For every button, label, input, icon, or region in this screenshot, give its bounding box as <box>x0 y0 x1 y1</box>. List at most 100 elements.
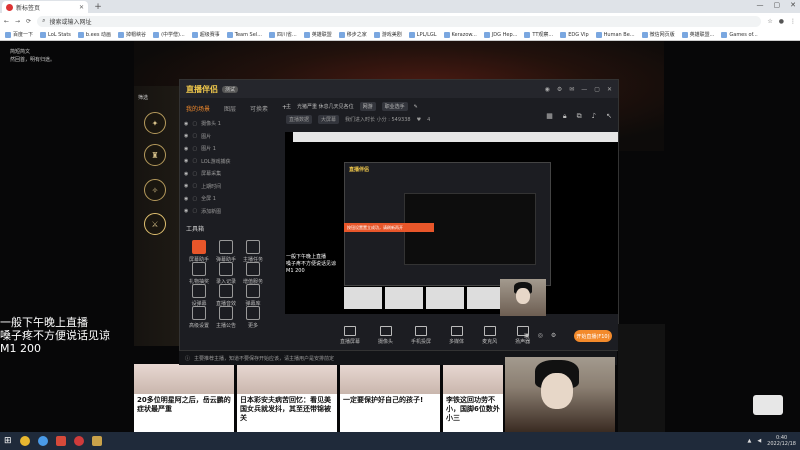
room-label-chip[interactable]: 职业选手 <box>381 102 408 111</box>
avatar[interactable]: ◉ <box>545 86 550 93</box>
game-icon[interactable] <box>55 436 66 446</box>
capture-tool[interactable]: 手机投屏 <box>411 326 431 345</box>
capture-tool[interactable]: 直播屏幕 <box>340 326 360 345</box>
bookmark-item[interactable]: 英雄联盟 <box>302 31 334 38</box>
bookmark-item[interactable]: 四川省... <box>267 31 299 38</box>
tool-item[interactable]: 更多 <box>242 306 264 329</box>
bookmark-item[interactable]: LPL/LGL <box>407 31 439 38</box>
capture-tool[interactable]: 摄像头 <box>378 326 393 345</box>
network-icon[interactable]: ▲ <box>747 438 751 444</box>
news-card[interactable]: 20多位明星阿之后，岳云鹏的症状最严重 <box>134 364 234 432</box>
tab-scenes[interactable]: 我的场景 <box>186 104 210 113</box>
news-card[interactable]: 李铁这回功劳不小，国脚6位数外小三 <box>443 364 503 432</box>
tool-item[interactable]: 主播公告 <box>215 306 237 329</box>
start-icon[interactable]: ⊞ <box>4 436 12 446</box>
browser-icon[interactable] <box>37 436 48 446</box>
gear-icon[interactable]: ⚙ <box>551 332 556 339</box>
forward-icon[interactable]: → <box>15 18 20 25</box>
tool-item[interactable]: 增值服务 <box>242 262 264 285</box>
source-item[interactable]: ◉ ▢ 摄像头 1 <box>184 120 221 128</box>
status-chip[interactable]: 直播数据 <box>286 115 313 124</box>
pointer-icon[interactable]: ↖ <box>606 112 612 121</box>
close-window-icon[interactable]: ✕ <box>790 1 796 9</box>
maximize-icon[interactable]: ▢ <box>594 86 600 93</box>
sword-icon[interactable]: ⚔ <box>144 213 166 235</box>
source-item[interactable]: ◉ ▢ 全屏 1 <box>184 195 216 203</box>
minimize-icon[interactable]: — <box>581 86 587 93</box>
bookmark-item[interactable]: 英雄联盟... <box>680 31 717 38</box>
news-card[interactable]: 日本彩安夫病苦回忆：看见美国女兵就发抖，其至还带锦被关 <box>237 364 337 432</box>
reload-icon[interactable]: ⟳ <box>26 18 31 25</box>
tool-item[interactable]: 录入记录 <box>215 262 237 285</box>
lock-icon[interactable]: ▢ <box>192 208 197 214</box>
maximize-icon[interactable]: ▢ <box>774 1 781 9</box>
tool-item[interactable]: 主播任务 <box>242 240 264 263</box>
grid-icon[interactable]: ▦ <box>546 112 553 121</box>
lock-icon[interactable]: ▢ <box>192 183 197 189</box>
close-tab-icon[interactable]: ✕ <box>79 4 84 11</box>
trophy-icon[interactable]: ♜ <box>144 144 166 166</box>
lock-icon[interactable]: ▢ <box>192 133 197 139</box>
close-icon[interactable]: ✕ <box>607 86 612 93</box>
clock[interactable]: 0:40 2022/12/18 <box>767 435 796 447</box>
record-icon[interactable] <box>73 436 84 446</box>
bookmark-item[interactable]: Games of... <box>719 31 759 38</box>
bookmark-item[interactable]: b.ees 动画 <box>76 31 113 38</box>
rank-badge-icon[interactable]: ✦ <box>144 112 166 134</box>
mode-chip[interactable]: 大屏幕 <box>318 115 340 124</box>
visibility-icon[interactable]: ◉ <box>184 196 188 202</box>
tab-assets[interactable]: 可换素 <box>250 104 268 113</box>
tool-item[interactable]: 礼物抽奖 <box>188 262 210 285</box>
visibility-icon[interactable]: ◉ <box>184 146 188 152</box>
bell-icon[interactable]: ♪ <box>592 112 596 121</box>
lock-icon[interactable]: ▢ <box>192 121 197 127</box>
capture-tool[interactable]: 麦克风 <box>482 326 497 345</box>
copy-icon[interactable]: ⧉ <box>577 112 582 121</box>
bookmark-item[interactable]: 移步之家 <box>337 31 369 38</box>
bookmark-item[interactable]: Kerazow... <box>442 31 479 38</box>
tool-item[interactable]: 屏幕助手 <box>188 240 210 263</box>
visibility-icon[interactable]: ◉ <box>184 121 188 127</box>
tool-item[interactable]: 弹幕助手 <box>215 240 237 263</box>
capture-tool[interactable]: 多媒体 <box>449 326 464 345</box>
visibility-icon[interactable]: ◉ <box>184 158 188 164</box>
bookmark-item[interactable]: Team Sel... <box>225 31 264 38</box>
source-item[interactable]: ◉ ▢ LOL游戏捕获 <box>184 158 230 165</box>
bookmark-item[interactable]: 掉帽峡谷 <box>116 31 148 38</box>
edit-icon[interactable]: ✎ <box>414 104 418 110</box>
tool-item[interactable]: 弹幕库 <box>242 284 264 307</box>
category-chip[interactable]: 网游 <box>359 102 376 111</box>
stream-title[interactable]: 光猪严重 休息几天见各位 <box>297 103 354 110</box>
profile-icon[interactable]: ● <box>779 18 784 25</box>
crest-icon[interactable]: ✧ <box>144 179 166 201</box>
source-item[interactable]: ◉ ▢ 图片 1 <box>184 145 216 153</box>
bookmark-item[interactable]: LoL Stats <box>38 31 73 38</box>
bookmark-item[interactable]: EDG Vlp <box>558 31 590 38</box>
source-item[interactable]: ◉ ▢ 图片 <box>184 133 211 140</box>
visibility-icon[interactable]: ◉ <box>184 133 188 139</box>
back-icon[interactable]: ← <box>4 18 9 25</box>
minimize-icon[interactable]: — <box>757 1 764 9</box>
address-bar[interactable]: ⌕ 搜索或输入网址 <box>37 15 762 27</box>
mail-icon[interactable]: ✉ <box>569 86 574 93</box>
settings-icon[interactable]: ⚙ <box>557 86 562 93</box>
bookmark-item[interactable]: Human Be... <box>594 31 637 38</box>
visibility-icon[interactable]: ◉ <box>184 208 188 214</box>
new-tab-button[interactable]: + <box>92 1 104 13</box>
bookmark-item[interactable]: 百度一下 <box>3 31 35 38</box>
lock-icon[interactable]: ▢ <box>192 158 197 164</box>
tool-item[interactable]: 高级设置 <box>188 306 210 329</box>
news-card[interactable]: 一定要保护好自己的孩子! <box>340 364 440 432</box>
bookmark-item[interactable]: (中学僧)... <box>151 31 187 38</box>
source-item[interactable]: ◉ ▢ 屏幕采集 <box>184 170 221 178</box>
tool-item[interactable]: 直播音效 <box>215 284 237 307</box>
source-item[interactable]: ◉ ▢ 添加新图 <box>184 208 221 215</box>
lock-icon[interactable]: ▢ <box>192 146 197 152</box>
volume-icon[interactable]: ◀ <box>757 438 761 444</box>
streamer-app-icon[interactable] <box>91 436 102 446</box>
source-item[interactable]: ◉ ▢ 上期时间 <box>184 183 221 190</box>
lock-icon[interactable]: ▢ <box>192 171 197 177</box>
camera-icon[interactable]: ▣ <box>524 332 530 339</box>
floating-widget[interactable] <box>753 395 783 415</box>
tab-layers[interactable]: 图层 <box>224 104 236 113</box>
